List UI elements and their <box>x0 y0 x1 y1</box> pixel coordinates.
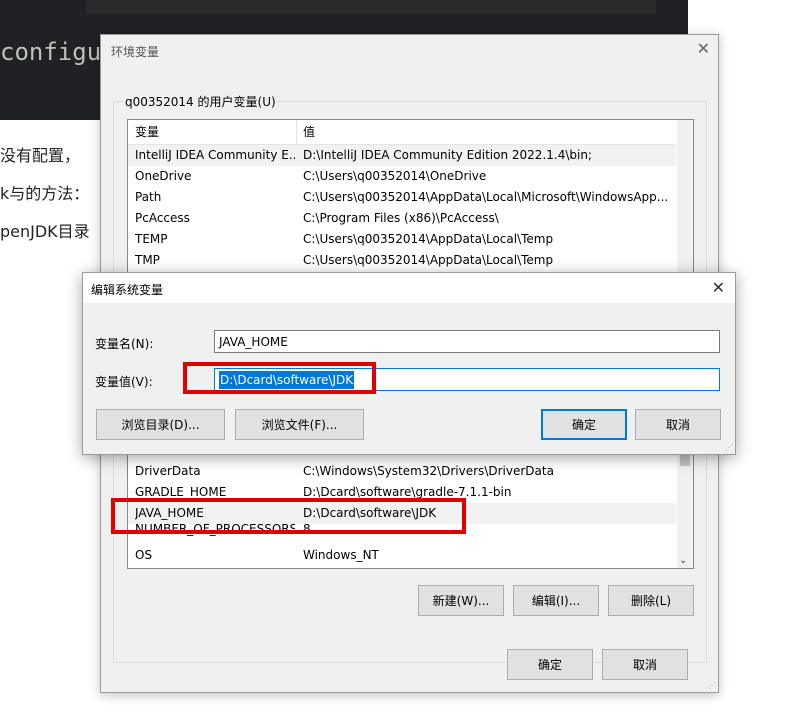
list-item[interactable]: DriverData C:\Windows\System32\Drivers\D… <box>128 461 676 482</box>
highlight-box <box>111 498 466 534</box>
variable-value: C:\Users\q00352014\AppData\Local\Microso… <box>303 190 669 204</box>
variable-name-text: JAVA_HOME <box>219 335 288 349</box>
close-icon[interactable]: ✕ <box>697 39 710 58</box>
dialog-titlebar: 编辑系统变量 ✕ <box>83 273 735 303</box>
list-header: 变量 值 <box>128 120 676 145</box>
edit-system-variable-dialog: 编辑系统变量 ✕ 变量名(N): JAVA_HOME 变量值(V): D:\Dc… <box>82 272 736 455</box>
cancel-button[interactable]: 取消 <box>635 409 721 440</box>
browse-file-button[interactable]: 浏览文件(F)... <box>235 409 364 440</box>
browse-directory-button[interactable]: 浏览目录(D)... <box>96 409 225 440</box>
edit-button[interactable]: 编辑(I)... <box>513 585 599 616</box>
close-icon[interactable]: ✕ <box>712 278 725 297</box>
background-text-line: penJDK目录 <box>0 222 90 241</box>
column-header-name[interactable]: 变量 <box>135 120 295 144</box>
delete-button[interactable]: 删除(L) <box>608 585 694 616</box>
variable-value: C:\Program Files (x86)\PcAccess\ <box>303 211 499 225</box>
chevron-down-icon[interactable]: ⌄ <box>679 555 687 566</box>
variable-value: Windows_NT <box>303 548 379 562</box>
variable-name: DriverData <box>135 464 201 478</box>
list-item[interactable]: OneDrive C:\Users\q00352014\OneDrive <box>128 166 676 187</box>
variable-name: OS <box>135 548 153 562</box>
resize-grip-icon[interactable]: ⋰ <box>708 681 716 690</box>
ok-button[interactable]: 确定 <box>507 649 593 680</box>
variable-value: C:\Users\q00352014\AppData\Local\Temp <box>303 253 554 267</box>
column-separator <box>296 120 297 144</box>
vertical-scrollbar[interactable] <box>677 120 693 272</box>
list-item[interactable]: PcAccess C:\Program Files (x86)\PcAccess… <box>128 208 676 229</box>
background-text-line: 没有配置， <box>0 146 81 165</box>
background-text-line: k与的方法： <box>0 184 90 203</box>
column-header-value[interactable]: 值 <box>303 120 673 144</box>
variable-name: OneDrive <box>135 169 192 183</box>
variable-value-label: 变量值(V): <box>95 375 153 389</box>
new-button[interactable]: 新建(W)... <box>418 585 504 616</box>
variable-name-input[interactable]: JAVA_HOME <box>214 330 720 353</box>
list-item[interactable]: TMP C:\Users\q00352014\AppData\Local\Tem… <box>128 250 676 271</box>
cancel-button[interactable]: 取消 <box>602 649 688 680</box>
vertical-scrollbar[interactable]: ⌄ <box>677 452 693 568</box>
ok-button[interactable]: 确定 <box>541 409 627 440</box>
background-code-strip <box>86 0 656 14</box>
variable-value: C:\Windows\System32\Drivers\DriverData <box>303 464 554 478</box>
user-variables-list[interactable]: 变量 值 IntelliJ IDEA Community E... D:\Int… <box>127 119 694 273</box>
dialog-title: 编辑系统变量 <box>91 283 164 297</box>
highlight-box <box>183 362 376 394</box>
window-title: 环境变量 <box>111 45 160 59</box>
variable-name: TMP <box>135 253 160 267</box>
variable-name: IntelliJ IDEA Community E... <box>135 148 295 162</box>
list-item[interactable]: TEMP C:\Users\q00352014\AppData\Local\Te… <box>128 229 676 250</box>
variable-name: Path <box>135 190 162 204</box>
list-item[interactable]: OS Windows_NT <box>128 545 676 566</box>
user-variables-label: q00352014 的用户变量(U) <box>123 93 278 110</box>
list-item[interactable]: Path C:\Users\q00352014\AppData\Local\Mi… <box>128 187 676 208</box>
variable-name: PcAccess <box>135 211 190 225</box>
variable-name-label: 变量名(N): <box>95 337 154 351</box>
variable-value: D:\IntelliJ IDEA Community Edition 2022.… <box>303 148 592 162</box>
variable-value: C:\Users\q00352014\AppData\Local\Temp <box>303 232 554 246</box>
list-item[interactable]: IntelliJ IDEA Community E... D:\IntelliJ… <box>128 145 676 166</box>
resize-grip-icon[interactable]: ⋰ <box>725 443 733 452</box>
variable-value: C:\Users\q00352014\OneDrive <box>303 169 487 183</box>
variable-name: TEMP <box>135 232 168 246</box>
